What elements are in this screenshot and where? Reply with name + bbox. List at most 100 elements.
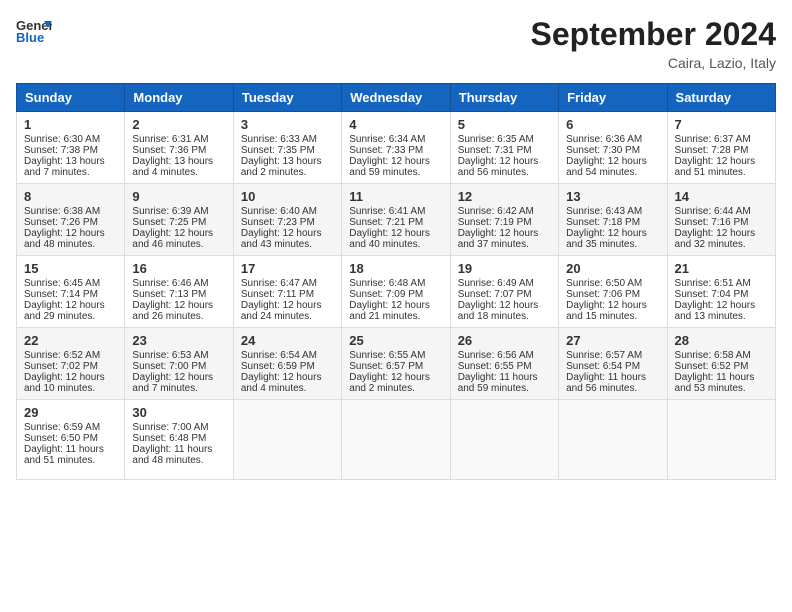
day-number: 12 (458, 189, 551, 204)
table-row: 18 Sunrise: 6:48 AM Sunset: 7:09 PM Dayl… (342, 256, 450, 328)
sunset-label: Sunset: 6:57 PM (349, 361, 423, 372)
sunset-label: Sunset: 6:50 PM (24, 433, 98, 444)
day-number: 9 (132, 189, 225, 204)
day-number: 22 (24, 333, 117, 348)
daylight-label: Daylight: 13 hours and 7 minutes. (24, 156, 105, 178)
calendar-week-row: 29 Sunrise: 6:59 AM Sunset: 6:50 PM Dayl… (17, 400, 776, 480)
daylight-label: Daylight: 12 hours and 10 minutes. (24, 372, 105, 394)
day-number: 1 (24, 117, 117, 132)
table-row: 9 Sunrise: 6:39 AM Sunset: 7:25 PM Dayli… (125, 184, 233, 256)
sunrise-label: Sunrise: 7:00 AM (132, 422, 208, 433)
table-row (667, 400, 775, 480)
daylight-label: Daylight: 11 hours and 56 minutes. (566, 372, 646, 394)
sunset-label: Sunset: 7:14 PM (24, 289, 98, 300)
table-row (559, 400, 667, 480)
sunset-label: Sunset: 7:16 PM (675, 217, 749, 228)
sunset-label: Sunset: 7:06 PM (566, 289, 640, 300)
sunrise-label: Sunrise: 6:55 AM (349, 350, 425, 361)
page-header: General Blue September 2024 Caira, Lazio… (16, 16, 776, 71)
daylight-label: Daylight: 12 hours and 32 minutes. (675, 228, 756, 250)
sunset-label: Sunset: 7:13 PM (132, 289, 206, 300)
table-row: 21 Sunrise: 6:51 AM Sunset: 7:04 PM Dayl… (667, 256, 775, 328)
table-row: 17 Sunrise: 6:47 AM Sunset: 7:11 PM Dayl… (233, 256, 341, 328)
svg-text:Blue: Blue (16, 30, 44, 44)
table-row: 12 Sunrise: 6:42 AM Sunset: 7:19 PM Dayl… (450, 184, 558, 256)
sunrise-label: Sunrise: 6:50 AM (566, 278, 642, 289)
daylight-label: Daylight: 12 hours and 24 minutes. (241, 300, 322, 322)
sunset-label: Sunset: 7:23 PM (241, 217, 315, 228)
day-number: 29 (24, 405, 117, 420)
day-number: 21 (675, 261, 768, 276)
daylight-label: Daylight: 11 hours and 59 minutes. (458, 372, 538, 394)
daylight-label: Daylight: 12 hours and 21 minutes. (349, 300, 430, 322)
day-number: 24 (241, 333, 334, 348)
table-row: 2 Sunrise: 6:31 AM Sunset: 7:36 PM Dayli… (125, 112, 233, 184)
table-row: 24 Sunrise: 6:54 AM Sunset: 6:59 PM Dayl… (233, 328, 341, 400)
table-row: 1 Sunrise: 6:30 AM Sunset: 7:38 PM Dayli… (17, 112, 125, 184)
sunset-label: Sunset: 7:26 PM (24, 217, 98, 228)
sunset-label: Sunset: 7:19 PM (458, 217, 532, 228)
day-number: 6 (566, 117, 659, 132)
table-row: 7 Sunrise: 6:37 AM Sunset: 7:28 PM Dayli… (667, 112, 775, 184)
calendar-table: Sunday Monday Tuesday Wednesday Thursday… (16, 83, 776, 480)
table-row: 29 Sunrise: 6:59 AM Sunset: 6:50 PM Dayl… (17, 400, 125, 480)
day-number: 13 (566, 189, 659, 204)
sunset-label: Sunset: 7:04 PM (675, 289, 749, 300)
sunrise-label: Sunrise: 6:33 AM (241, 134, 317, 145)
sunset-label: Sunset: 7:11 PM (241, 289, 314, 300)
daylight-label: Daylight: 12 hours and 15 minutes. (566, 300, 647, 322)
sunset-label: Sunset: 7:25 PM (132, 217, 206, 228)
day-number: 11 (349, 189, 442, 204)
sunset-label: Sunset: 6:54 PM (566, 361, 640, 372)
day-number: 16 (132, 261, 225, 276)
logo: General Blue (16, 16, 52, 44)
day-number: 26 (458, 333, 551, 348)
col-wednesday: Wednesday (342, 84, 450, 112)
sunrise-label: Sunrise: 6:37 AM (675, 134, 751, 145)
sunrise-label: Sunrise: 6:56 AM (458, 350, 534, 361)
sunset-label: Sunset: 7:30 PM (566, 145, 640, 156)
day-number: 8 (24, 189, 117, 204)
sunrise-label: Sunrise: 6:38 AM (24, 206, 100, 217)
col-saturday: Saturday (667, 84, 775, 112)
day-number: 14 (675, 189, 768, 204)
table-row: 23 Sunrise: 6:53 AM Sunset: 7:00 PM Dayl… (125, 328, 233, 400)
table-row: 3 Sunrise: 6:33 AM Sunset: 7:35 PM Dayli… (233, 112, 341, 184)
sunrise-label: Sunrise: 6:46 AM (132, 278, 208, 289)
col-thursday: Thursday (450, 84, 558, 112)
sunrise-label: Sunrise: 6:47 AM (241, 278, 317, 289)
daylight-label: Daylight: 12 hours and 51 minutes. (675, 156, 756, 178)
sunset-label: Sunset: 7:18 PM (566, 217, 640, 228)
sunset-label: Sunset: 7:00 PM (132, 361, 206, 372)
sunrise-label: Sunrise: 6:42 AM (458, 206, 534, 217)
col-monday: Monday (125, 84, 233, 112)
month-title: September 2024 (531, 16, 776, 53)
sunrise-label: Sunrise: 6:51 AM (675, 278, 751, 289)
sunset-label: Sunset: 7:21 PM (349, 217, 423, 228)
sunrise-label: Sunrise: 6:58 AM (675, 350, 751, 361)
table-row: 14 Sunrise: 6:44 AM Sunset: 7:16 PM Dayl… (667, 184, 775, 256)
table-row (342, 400, 450, 480)
day-number: 5 (458, 117, 551, 132)
sunset-label: Sunset: 7:09 PM (349, 289, 423, 300)
daylight-label: Daylight: 13 hours and 4 minutes. (132, 156, 213, 178)
table-row: 30 Sunrise: 7:00 AM Sunset: 6:48 PM Dayl… (125, 400, 233, 480)
table-row: 11 Sunrise: 6:41 AM Sunset: 7:21 PM Dayl… (342, 184, 450, 256)
table-row: 27 Sunrise: 6:57 AM Sunset: 6:54 PM Dayl… (559, 328, 667, 400)
sunset-label: Sunset: 7:38 PM (24, 145, 98, 156)
day-number: 30 (132, 405, 225, 420)
daylight-label: Daylight: 13 hours and 2 minutes. (241, 156, 322, 178)
daylight-label: Daylight: 12 hours and 56 minutes. (458, 156, 539, 178)
sunset-label: Sunset: 7:31 PM (458, 145, 532, 156)
day-number: 19 (458, 261, 551, 276)
sunrise-label: Sunrise: 6:54 AM (241, 350, 317, 361)
calendar-week-row: 8 Sunrise: 6:38 AM Sunset: 7:26 PM Dayli… (17, 184, 776, 256)
daylight-label: Daylight: 12 hours and 37 minutes. (458, 228, 539, 250)
sunrise-label: Sunrise: 6:59 AM (24, 422, 100, 433)
day-number: 7 (675, 117, 768, 132)
calendar-week-row: 22 Sunrise: 6:52 AM Sunset: 7:02 PM Dayl… (17, 328, 776, 400)
sunrise-label: Sunrise: 6:53 AM (132, 350, 208, 361)
sunrise-label: Sunrise: 6:57 AM (566, 350, 642, 361)
daylight-label: Daylight: 11 hours and 51 minutes. (24, 444, 104, 466)
table-row: 22 Sunrise: 6:52 AM Sunset: 7:02 PM Dayl… (17, 328, 125, 400)
